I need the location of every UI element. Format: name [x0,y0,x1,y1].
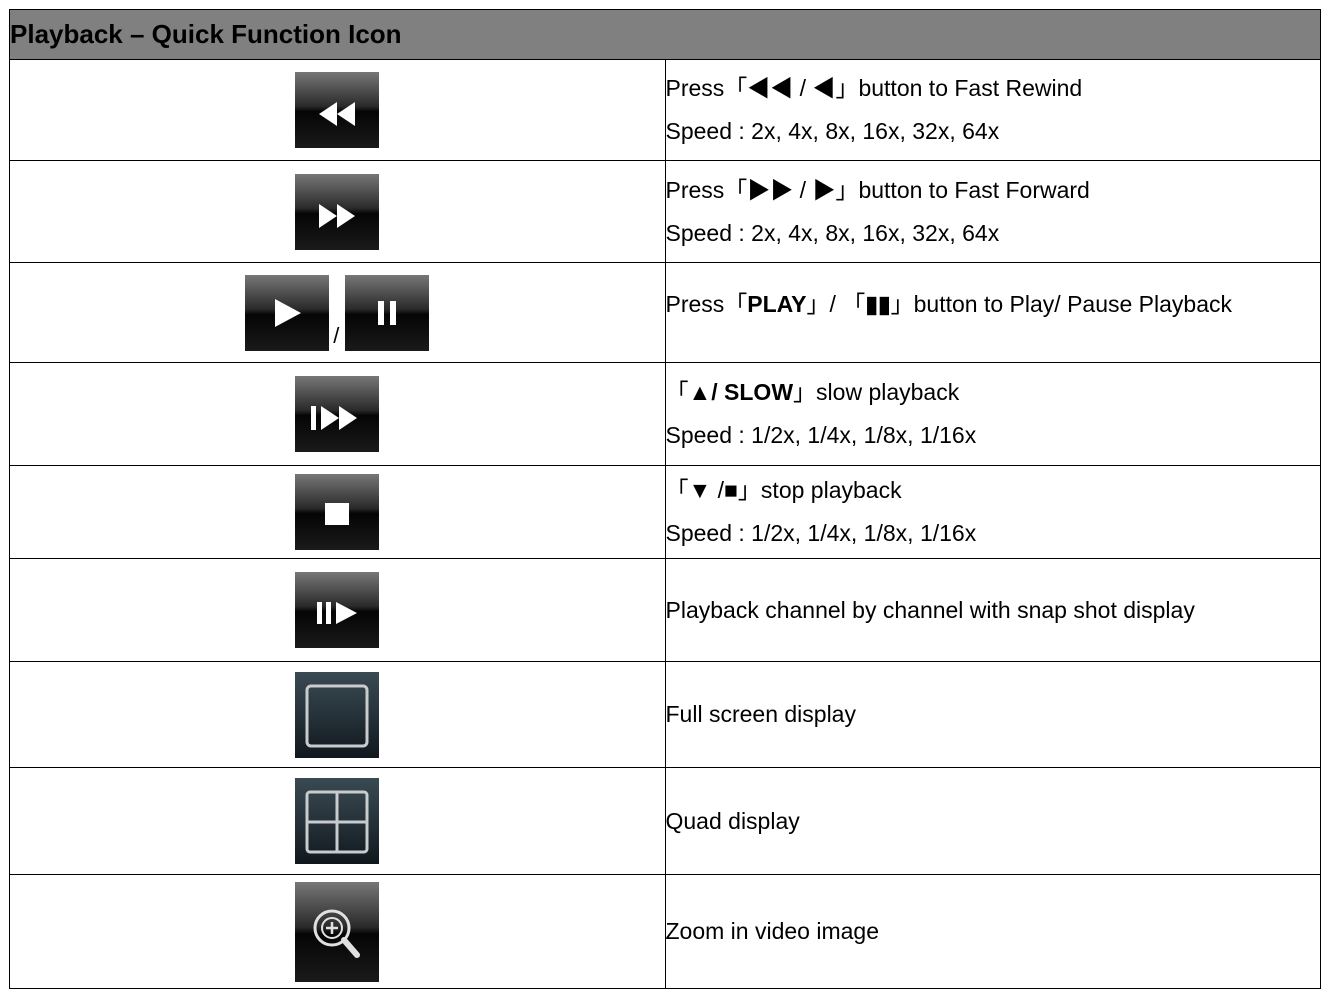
fast-rewind-icon [295,72,380,148]
table-row: / Press「PLAY」/ 「▮▮」button to Play/ Pause… [9,262,1321,363]
speed-line: Speed : 1/2x, 1/4x, 1/8x, 1/16x [665,422,977,448]
table-title: Playback – Quick Function Icon [9,9,1321,60]
description-cell: Press「▶▶ / ▶」button to Fast Forward Spee… [664,160,1321,263]
quad-display-icon [295,778,380,864]
icon-cell [9,558,666,662]
description-cell: Playback channel by channel with snap sh… [664,558,1321,662]
description-line: Full screen display [665,701,856,727]
speed-line: Speed : 2x, 4x, 8x, 16x, 32x, 64x [665,219,1000,246]
table-row: Press「▶▶ / ▶」button to Fast Forward Spee… [9,160,1321,263]
table-row: Press「◀◀ / ◀」button to Fast Rewind Speed… [9,59,1321,161]
description-line: Quad display [665,807,800,834]
description-cell: Full screen display [664,661,1321,768]
step-play-icon [295,572,380,648]
icon-cell [9,874,666,989]
icon-cell [9,160,666,263]
pause-icon [345,274,430,351]
icon-cell: / [9,262,666,363]
full-screen-icon [295,671,380,758]
fast-forward-icon [295,173,380,250]
description-line: Playback channel by channel with snap sh… [665,596,1195,623]
description-line: Zoom in video image [665,918,880,944]
stop-icon [295,474,380,550]
description-cell: Press「◀◀ / ◀」button to Fast Rewind Speed… [664,59,1321,161]
icon-cell [9,59,666,161]
table-row: Quad display [9,767,1321,875]
icon-cell [9,767,666,875]
quick-function-table: Playback – Quick Function Icon Press「◀◀ … [9,9,1321,989]
description-cell: Zoom in video image [664,874,1321,989]
description-cell: 「▲/ SLOW」slow playback Speed : 1/2x, 1/4… [664,362,1321,466]
table-row: 「▼ /■」stop playback Speed : 1/2x, 1/4x, … [9,465,1321,559]
description-line: Press「PLAY」/ 「▮▮」button to Play/ Pause P… [665,291,1233,317]
description-cell: 「▼ /■」stop playback Speed : 1/2x, 1/4x, … [664,465,1321,559]
description-line: 「▲/ SLOW」slow playback [665,379,960,405]
table-row: Playback channel by channel with snap sh… [9,558,1321,662]
slow-playback-icon [295,376,380,452]
icon-cell [9,465,666,559]
speed-line: Speed : 2x, 4x, 8x, 16x, 32x, 64x [665,118,1000,144]
zoom-in-icon [295,881,380,982]
icon-cell [9,362,666,466]
table-row: 「▲/ SLOW」slow playback Speed : 1/2x, 1/4… [9,362,1321,466]
description-cell: Press「PLAY」/ 「▮▮」button to Play/ Pause P… [664,262,1321,363]
icon-separator: / [333,322,340,348]
icon-cell [9,661,666,768]
description-line: Press「▶▶ / ▶」button to Fast Forward [665,176,1090,203]
description-line: 「▼ /■」stop playback [665,477,902,503]
table-row: Full screen display [9,661,1321,768]
description-line: Press「◀◀ / ◀」button to Fast Rewind [665,75,1083,101]
table-row: Zoom in video image [9,874,1321,989]
description-cell: Quad display [664,767,1321,875]
play-icon [245,274,330,351]
speed-line: Speed : 1/2x, 1/4x, 1/8x, 1/16x [665,520,977,546]
